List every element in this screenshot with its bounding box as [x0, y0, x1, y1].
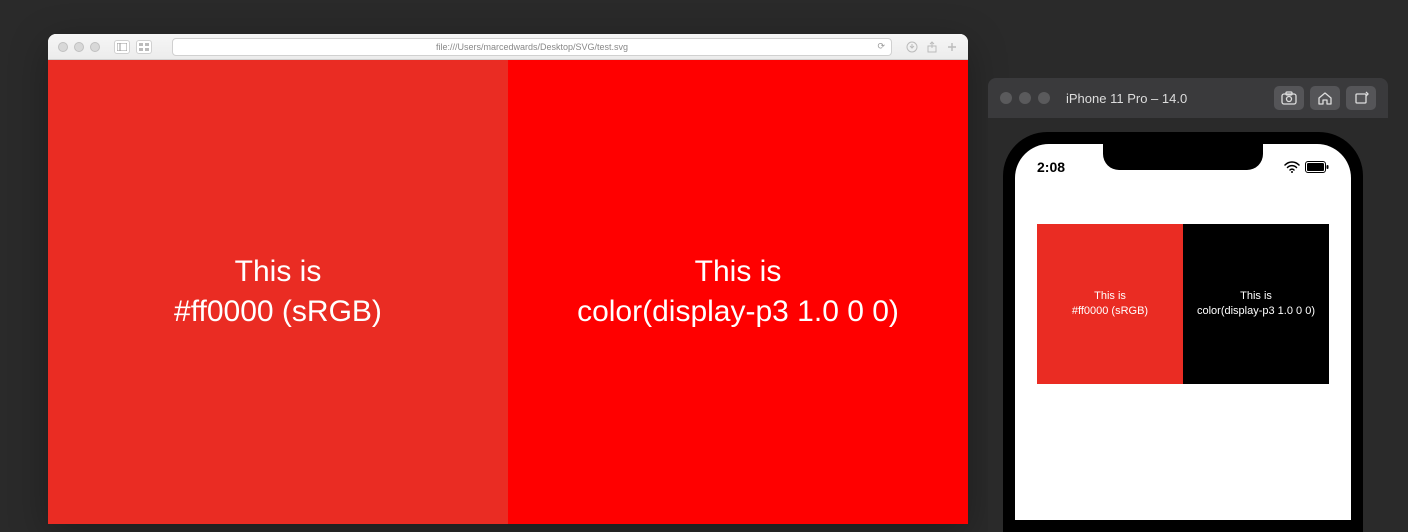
safari-traffic-lights [58, 42, 100, 52]
minimize-traffic-light[interactable] [1019, 92, 1031, 104]
simulator-traffic-lights [1000, 92, 1050, 104]
phone-content: This is #ff0000 (sRGB) This is color(dis… [1015, 184, 1351, 384]
screenshot-button[interactable] [1274, 86, 1304, 110]
new-tab-icon[interactable] [946, 41, 958, 53]
safari-window: file:///Users/marcedwards/Desktop/SVG/te… [48, 34, 968, 524]
swatch-label-line2: color(display-p3 1.0 0 0) [577, 292, 899, 333]
simulator-title: iPhone 11 Pro – 14.0 [1066, 91, 1264, 106]
zoom-traffic-light[interactable] [1038, 92, 1050, 104]
phone-swatch-srgb: This is #ff0000 (sRGB) [1037, 224, 1183, 384]
status-right [1284, 161, 1329, 173]
close-traffic-light[interactable] [1000, 92, 1012, 104]
phone-notch [1103, 144, 1263, 170]
safari-address-bar[interactable]: file:///Users/marcedwards/Desktop/SVG/te… [172, 38, 892, 56]
downloads-icon[interactable] [906, 41, 918, 53]
share-icon[interactable] [926, 41, 938, 53]
swatch-label-line1: This is [1240, 289, 1272, 304]
simulator-window: iPhone 11 Pro – 14.0 2:08 [988, 78, 1388, 532]
zoom-traffic-light[interactable] [90, 42, 100, 52]
rotate-button[interactable] [1346, 86, 1376, 110]
swatch-label-line2: #ff0000 (sRGB) [1072, 304, 1148, 319]
phone-swatches: This is #ff0000 (sRGB) This is color(dis… [1037, 224, 1329, 384]
swatch-label-line1: This is [695, 252, 782, 293]
safari-swatch-srgb: This is #ff0000 (sRGB) [48, 60, 508, 524]
safari-swatch-p3: This is color(display-p3 1.0 0 0) [508, 60, 968, 524]
reload-icon[interactable]: ⟳ [877, 41, 885, 52]
phone-frame: 2:08 This is #ff0000 (sRGB [1003, 132, 1363, 532]
wifi-icon [1284, 161, 1300, 173]
simulator-body: 2:08 This is #ff0000 (sRGB [988, 118, 1388, 532]
status-time: 2:08 [1037, 159, 1065, 175]
swatch-label-line1: This is [235, 252, 322, 293]
swatch-label-line2: color(display-p3 1.0 0 0) [1197, 304, 1315, 319]
tab-overview-button[interactable] [136, 40, 152, 54]
swatch-label-line1: This is [1094, 289, 1126, 304]
close-traffic-light[interactable] [58, 42, 68, 52]
minimize-traffic-light[interactable] [74, 42, 84, 52]
home-button[interactable] [1310, 86, 1340, 110]
safari-sidebar-controls [114, 40, 152, 54]
simulator-titlebar: iPhone 11 Pro – 14.0 [988, 78, 1388, 118]
safari-content: This is #ff0000 (sRGB) This is color(dis… [48, 60, 968, 524]
simulator-toolbar-buttons [1274, 86, 1376, 110]
phone-screen: 2:08 This is #ff0000 (sRGB [1015, 144, 1351, 520]
safari-url: file:///Users/marcedwards/Desktop/SVG/te… [436, 42, 628, 52]
battery-icon [1305, 161, 1329, 173]
safari-right-controls [906, 41, 958, 53]
sidebar-toggle-button[interactable] [114, 40, 130, 54]
phone-swatch-p3: This is color(display-p3 1.0 0 0) [1183, 224, 1329, 384]
safari-toolbar: file:///Users/marcedwards/Desktop/SVG/te… [48, 34, 968, 60]
swatch-label-line2: #ff0000 (sRGB) [174, 292, 382, 333]
